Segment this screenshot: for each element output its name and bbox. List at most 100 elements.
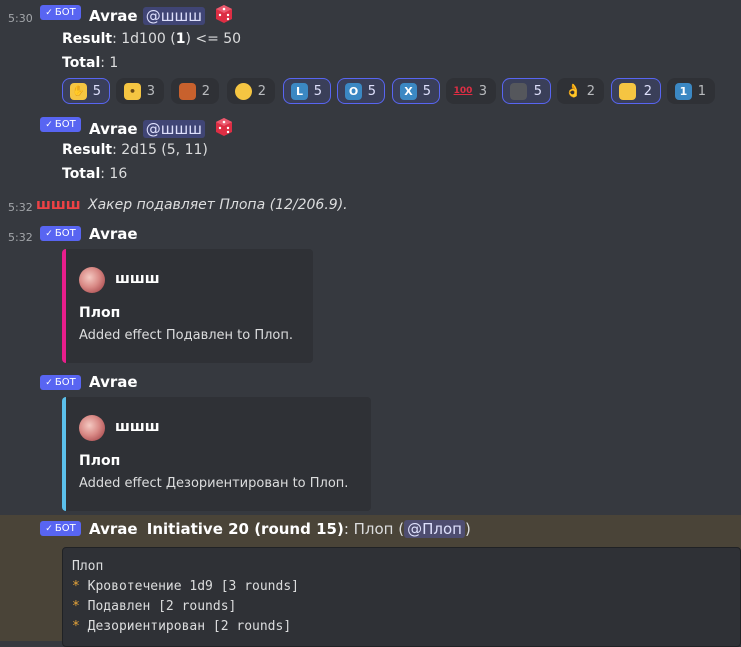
message-embed-2: ✓ БОТ Avrae шшш Плоп Added effect Дезорие…	[0, 370, 741, 515]
code-text: Подавлен [2 rounds]	[79, 599, 237, 614]
reaction-flushed-face[interactable]: 2	[227, 78, 275, 104]
reaction-number-one[interactable]: 11	[667, 78, 715, 104]
reaction-hundred[interactable]: 100 3	[446, 78, 496, 104]
total-line: Total: 16	[62, 166, 127, 182]
author-name[interactable]: Avrae Initiative 20 (round 15): Плоп (@П…	[89, 520, 471, 538]
reaction-portrait[interactable]: 5	[502, 78, 551, 104]
shush-face-emoji-icon: •	[124, 83, 141, 100]
reaction-ok-hand[interactable]: 👌 2	[557, 78, 604, 104]
check-icon: ✓	[45, 524, 53, 534]
code-line: * Дезориентирован [2 rounds]	[72, 619, 291, 634]
initiative-label: Initiative 20 (round 15)	[146, 520, 344, 538]
cheese-emoji-icon	[619, 83, 636, 100]
bot-badge-label: БОТ	[54, 377, 76, 388]
hand-emoji-icon: ✋	[70, 83, 87, 100]
bot-badge: ✓ БОТ	[40, 375, 81, 390]
author-name-label[interactable]: Avrae	[89, 520, 138, 538]
embed-title: Плоп	[79, 305, 121, 321]
initiative-target: : Плоп (	[343, 520, 405, 538]
closing-paren: )	[464, 520, 471, 538]
user-mention[interactable]: @шшш	[142, 120, 205, 138]
reaction-count: 5	[422, 84, 431, 99]
bot-badge: ✓ БОТ	[40, 521, 81, 536]
result-line: Result: 1d100 (1) <= 50	[62, 31, 241, 47]
author-name[interactable]: Avrae @шшш	[89, 117, 234, 138]
embed-color-bar	[62, 397, 66, 511]
embed-description: Added effect Подавлен to Плоп.	[79, 328, 294, 343]
reaction-count: 5	[367, 84, 376, 99]
reaction-cheese[interactable]: 2	[611, 78, 661, 104]
embed-color-bar	[62, 249, 66, 363]
reaction-count: 2	[201, 84, 210, 99]
code-star: *	[72, 599, 80, 614]
embed-title: Плоп	[79, 453, 121, 469]
bot-badge-label: БОТ	[54, 7, 76, 18]
message-dice-roll-2: ✓ БОТ Avrae @шшш Result: 2d15 (5, 11) Tot…	[0, 110, 741, 190]
code-text: Плоп	[72, 559, 104, 574]
code-line: Плоп	[72, 559, 103, 574]
total-value: : 1	[100, 55, 119, 71]
reaction-letter-l[interactable]: L5	[283, 78, 331, 104]
reaction-letter-x[interactable]: X5	[392, 78, 440, 104]
avatar[interactable]	[79, 267, 105, 293]
reaction-count: 3	[478, 84, 487, 99]
code-text: Кровотечение 1d9 [3 rounds]	[79, 579, 299, 594]
author-name[interactable]: Avrae	[89, 225, 138, 243]
reaction-count: 2	[643, 84, 652, 99]
result-line: Result: 2d15 (5, 11)	[62, 142, 208, 158]
check-icon: ✓	[45, 8, 53, 18]
code-text: Дезориентирован [2 rounds]	[79, 619, 292, 634]
check-icon: ✓	[45, 378, 53, 388]
message-dice-roll-1: 5:30 ✓ БОТ Avrae @шшш Result: 1d100 (1) <…	[0, 0, 741, 110]
reaction-count: 5	[92, 84, 101, 99]
avatar[interactable]	[79, 415, 105, 441]
reaction-shush-face[interactable]: • 3	[116, 78, 164, 104]
result-label: Result	[62, 142, 113, 158]
letter-l-emoji-icon: L	[291, 83, 308, 100]
bot-badge: ✓ БОТ	[40, 5, 81, 20]
author-name[interactable]: шшш	[36, 197, 81, 213]
total-label: Total	[62, 55, 101, 71]
timestamp: 5:30	[8, 12, 33, 25]
message-emote: 5:32 шшш Хакер подавляет Плопа (12/206.9…	[0, 190, 741, 220]
bot-badge: ✓ БОТ	[40, 117, 81, 132]
user-mention[interactable]: @Плоп	[404, 520, 465, 538]
flushed-face-emoji-icon	[235, 83, 252, 100]
embed-description: Added effect Дезориентирован to Плоп.	[79, 476, 349, 491]
total-label: Total	[62, 166, 101, 182]
embed-card: шшш Плоп Added effect Подавлен to Плоп.	[62, 249, 313, 363]
reaction-count: 3	[146, 84, 155, 99]
embed-author[interactable]: шшш	[115, 419, 160, 435]
author-name-label[interactable]: Avrae	[89, 7, 138, 25]
reaction-count: 5	[313, 84, 322, 99]
author-name[interactable]: Avrae @шшш	[89, 4, 234, 25]
letter-o-emoji-icon: O	[345, 83, 362, 100]
result-tail: ) <= 50	[185, 31, 242, 47]
code-block: Плоп * Кровотечение 1d9 [3 rounds] * Под…	[62, 547, 741, 647]
result-value: : 2d15 (5, 11)	[112, 142, 208, 158]
timestamp: 5:32	[8, 201, 33, 214]
bot-badge-label: БОТ	[54, 228, 76, 239]
reaction-hand[interactable]: ✋ 5	[62, 78, 110, 104]
total-line: Total: 1	[62, 55, 118, 71]
dice-icon	[216, 118, 233, 136]
embed-card: шшш Плоп Added effect Дезориентирован to…	[62, 397, 371, 511]
total-value: : 16	[100, 166, 128, 182]
bot-badge: ✓ БОТ	[40, 226, 81, 241]
result-bold: 1	[175, 31, 186, 47]
check-icon: ✓	[45, 120, 53, 130]
author-name-label[interactable]: Avrae	[89, 120, 138, 138]
result-value: : 1d100 (	[112, 31, 176, 47]
code-line: * Кровотечение 1d9 [3 rounds]	[72, 579, 299, 594]
brick-emoji-icon	[179, 83, 196, 100]
number-one-emoji-icon: 1	[675, 83, 692, 100]
user-mention[interactable]: @шшш	[142, 7, 205, 25]
author-name[interactable]: Avrae	[89, 373, 138, 391]
timestamp: 5:32	[8, 231, 33, 244]
reaction-count: 5	[533, 84, 542, 99]
embed-author[interactable]: шшш	[115, 271, 160, 287]
reaction-letter-o[interactable]: O5	[337, 78, 385, 104]
reaction-brick[interactable]: 2	[171, 78, 219, 104]
reaction-count: 2	[586, 84, 595, 99]
emote-text: Хакер подавляет Плопа (12/206.9).	[88, 197, 348, 213]
